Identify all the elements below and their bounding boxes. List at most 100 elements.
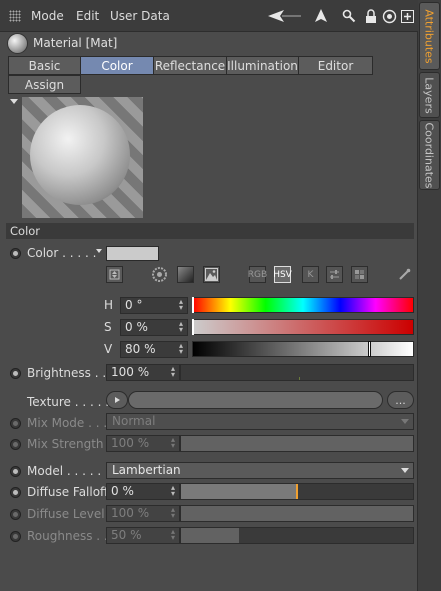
brightness-label: Brightness . . . bbox=[27, 366, 114, 380]
saturation-input[interactable]: 0 % ▴ ▾ bbox=[120, 319, 188, 336]
mix-strength-slider[interactable] bbox=[180, 435, 414, 452]
kelvin-mode-button[interactable]: K bbox=[302, 266, 319, 283]
diffuse-falloff-input[interactable]: 0 % ▴ ▾ bbox=[106, 483, 180, 500]
mix-strength-label: Mix Strength bbox=[27, 437, 104, 451]
model-dropdown[interactable]: Lambertian bbox=[106, 462, 414, 479]
hue-input[interactable]: 0 ° ▴ ▾ bbox=[120, 297, 188, 314]
hue-gradient-slider[interactable] bbox=[192, 297, 414, 313]
roughness-animate-radio[interactable] bbox=[10, 531, 21, 542]
hsv-mode-button[interactable]: HSV bbox=[273, 266, 292, 283]
diffuse-falloff-value: 0 % bbox=[111, 484, 134, 498]
texture-label: Texture . . . . . bbox=[27, 395, 110, 409]
texture-shader-field[interactable] bbox=[128, 391, 383, 409]
color-swatch[interactable] bbox=[106, 246, 159, 261]
brightness-animate-radio[interactable] bbox=[10, 368, 21, 379]
model-animate-radio[interactable] bbox=[10, 466, 21, 477]
mixer-icon[interactable] bbox=[326, 266, 343, 283]
brightness-input[interactable]: 100 % ▴ ▾ bbox=[106, 364, 180, 381]
up-arrow-icon[interactable] bbox=[313, 7, 329, 25]
saturation-gradient-slider[interactable] bbox=[192, 319, 414, 335]
value-value: 80 % bbox=[125, 342, 156, 356]
tab-reflectance[interactable]: Reflectance bbox=[153, 56, 227, 75]
section-header-color: Color bbox=[6, 223, 414, 239]
model-label: Model . . . . . . . bbox=[27, 464, 117, 478]
color-menu-arrow-icon[interactable] bbox=[96, 249, 102, 253]
roughness-slider[interactable] bbox=[180, 527, 414, 544]
diffuse-falloff-animate-radio[interactable] bbox=[10, 487, 21, 498]
eyedropper-screen-icon[interactable] bbox=[106, 266, 123, 283]
diffuse-level-slider[interactable] bbox=[180, 505, 414, 522]
value-input[interactable]: 80 % ▴ ▾ bbox=[120, 341, 188, 358]
mix-strength-input[interactable]: 100 % ▴ ▾ bbox=[106, 435, 180, 452]
texture-play-button[interactable] bbox=[106, 391, 128, 409]
color-animate-radio[interactable] bbox=[10, 248, 21, 259]
tab-basic[interactable]: Basic bbox=[8, 56, 81, 75]
side-tab-layers-label: Layers bbox=[423, 76, 436, 114]
diffuse-level-spinner-icon[interactable]: ▴ ▾ bbox=[170, 506, 176, 520]
side-tab-coordinates[interactable]: Coordinates bbox=[419, 120, 440, 190]
eyedropper-icon[interactable] bbox=[396, 266, 413, 283]
roughness-label: Roughness . . bbox=[27, 529, 108, 543]
side-tab-attributes[interactable]: Attributes bbox=[419, 2, 440, 70]
saturation-spinner-icon[interactable]: ▴ ▾ bbox=[178, 320, 184, 334]
menu-edit[interactable]: Edit bbox=[76, 9, 99, 23]
panel-grip-icon[interactable] bbox=[9, 10, 21, 22]
tab-assign[interactable]: Assign bbox=[8, 75, 81, 94]
side-tab-layers[interactable]: Layers bbox=[419, 72, 440, 118]
rgb-mode-button[interactable]: RGB bbox=[248, 266, 267, 283]
spectrum-icon[interactable] bbox=[177, 266, 194, 283]
texture-more-button[interactable]: ... bbox=[387, 391, 414, 409]
lock-icon[interactable] bbox=[363, 7, 378, 25]
saturation-value: 0 % bbox=[125, 320, 148, 334]
diffuse-level-slider-fill bbox=[181, 506, 413, 521]
material-title: Material [Mat] bbox=[33, 36, 118, 50]
diffuse-level-value: 100 % bbox=[111, 506, 150, 520]
hue-slider-handle[interactable] bbox=[192, 297, 194, 313]
target-icon[interactable] bbox=[381, 7, 397, 25]
mix-strength-spinner-icon[interactable]: ▴ ▾ bbox=[170, 436, 176, 450]
value-slider-handle[interactable] bbox=[368, 341, 371, 357]
back-arrow-icon[interactable] bbox=[268, 7, 302, 25]
attributes-panel: Mode Edit User Data Material [Mat] Basic… bbox=[0, 0, 418, 591]
roughness-spinner-icon[interactable]: ▴ ▾ bbox=[170, 528, 176, 542]
color-from-image-icon[interactable] bbox=[203, 266, 220, 283]
mix-mode-dropdown[interactable]: Normal bbox=[106, 413, 414, 430]
tab-editor[interactable]: Editor bbox=[298, 56, 373, 75]
diffuse-level-animate-radio[interactable] bbox=[10, 509, 21, 520]
roughness-value: 50 % bbox=[111, 528, 142, 542]
value-gradient-slider[interactable] bbox=[192, 341, 414, 357]
preview-sphere bbox=[30, 105, 130, 205]
mix-strength-slider-fill bbox=[181, 436, 413, 451]
diffuse-level-input[interactable]: 100 % ▴ ▾ bbox=[106, 505, 180, 522]
tab-color[interactable]: Color bbox=[80, 56, 154, 75]
tab-illumination[interactable]: Illumination bbox=[226, 56, 299, 75]
brightness-slider[interactable] bbox=[180, 364, 414, 381]
diffuse-falloff-label: Diffuse Falloff bbox=[27, 485, 109, 499]
diffuse-falloff-spinner-icon[interactable]: ▴ ▾ bbox=[170, 484, 176, 498]
roughness-input[interactable]: 50 % ▴ ▾ bbox=[106, 527, 180, 544]
menu-mode[interactable]: Mode bbox=[31, 9, 64, 23]
swatches-icon[interactable] bbox=[351, 266, 368, 283]
diffuse-falloff-slider[interactable] bbox=[180, 483, 414, 500]
preview-menu-arrow-icon[interactable] bbox=[10, 99, 18, 104]
material-preview[interactable] bbox=[22, 97, 143, 218]
mix-strength-animate-radio[interactable] bbox=[10, 439, 21, 450]
value-spinner-icon[interactable]: ▴ ▾ bbox=[178, 342, 184, 356]
saturation-slider-handle[interactable] bbox=[192, 319, 194, 335]
color-label: Color . . . . . bbox=[27, 246, 97, 260]
color-wheel-icon[interactable] bbox=[151, 266, 168, 283]
model-value: Lambertian bbox=[112, 463, 181, 477]
mix-mode-value: Normal bbox=[112, 414, 156, 428]
side-tab-attributes-label: Attributes bbox=[423, 8, 436, 64]
search-icon[interactable] bbox=[341, 7, 357, 25]
new-panel-icon[interactable] bbox=[400, 7, 415, 25]
mix-mode-animate-radio[interactable] bbox=[10, 418, 21, 429]
side-tab-coordinates-label: Coordinates bbox=[423, 121, 437, 189]
chevron-down-icon bbox=[401, 419, 409, 424]
hue-spinner-icon[interactable]: ▴ ▾ bbox=[178, 298, 184, 312]
side-tab-strip: Attributes Layers Coordinates bbox=[418, 0, 441, 591]
brightness-spinner-icon[interactable]: ▴ ▾ bbox=[170, 365, 176, 379]
saturation-label: S bbox=[104, 320, 112, 334]
diffuse-falloff-slider-handle[interactable] bbox=[296, 484, 298, 499]
menu-user-data[interactable]: User Data bbox=[110, 9, 170, 23]
